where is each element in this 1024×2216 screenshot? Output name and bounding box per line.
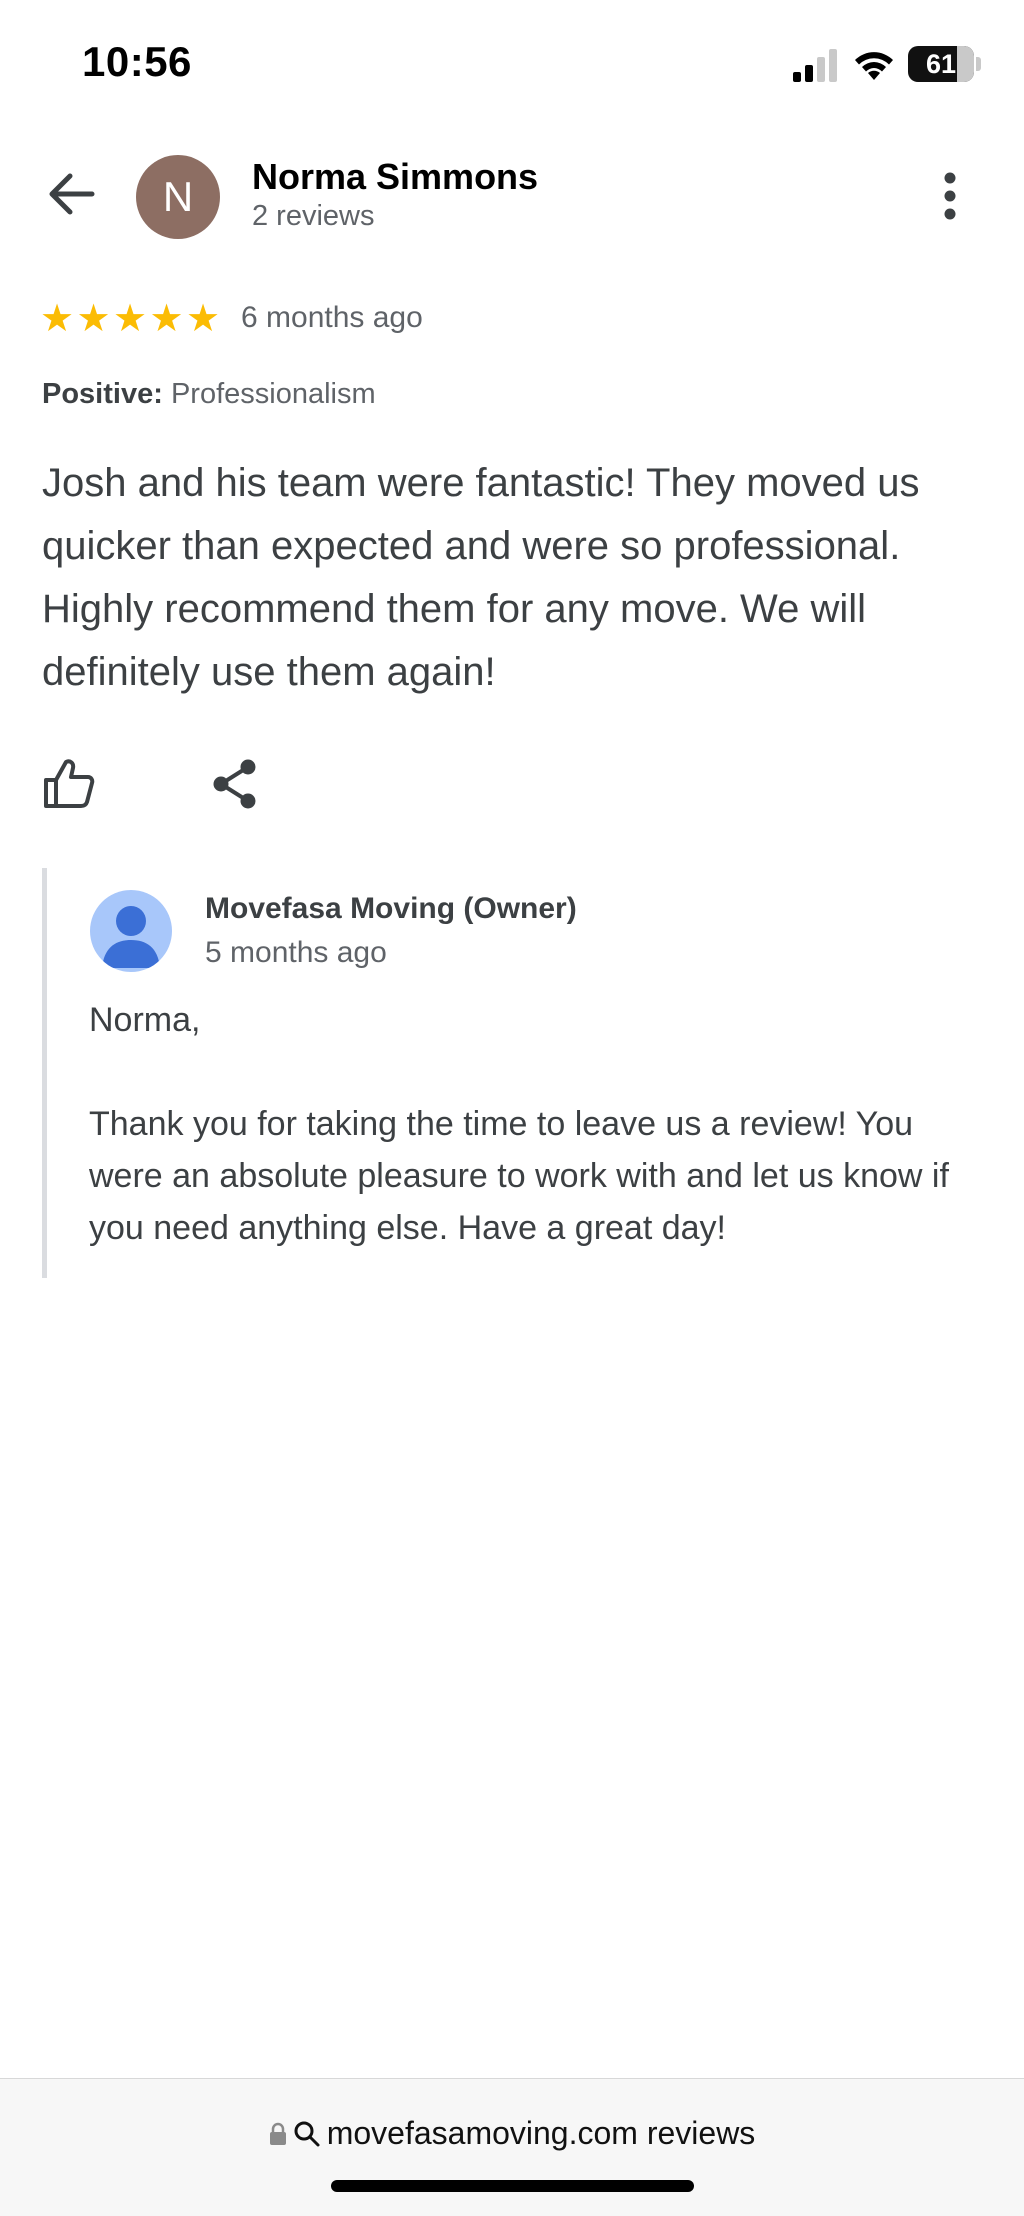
search-icon [294,2121,320,2146]
star-rating: ★ ★ ★ ★ ★ [40,298,223,340]
star-icon: ★ [113,298,148,340]
owner-name: Movefasa Moving (Owner) [205,892,577,925]
back-arrow-icon [49,173,95,215]
person-icon [102,906,160,968]
lock-icon [269,2122,286,2145]
signal-icon [793,49,837,82]
owner-reply-text: Norma, Thank you for taking the time to … [89,1001,949,1247]
battery-cap [976,57,981,71]
positive-highlights: Positive: Professionalism [42,378,376,411]
reviewer-name[interactable]: Norma Simmons [252,156,538,198]
reviewer-avatar[interactable]: N [136,155,220,239]
browser-url-bar[interactable]: movefasamoving.com reviews [0,2078,1024,2216]
url-row[interactable]: movefasamoving.com reviews [0,2115,1024,2152]
battery-level: 61 [925,49,957,79]
star-icon: ★ [40,298,75,340]
more-options-button[interactable] [928,166,972,226]
owner-reply-time: 5 months ago [205,936,387,969]
back-button[interactable] [44,166,100,222]
positive-label: Positive: [42,378,163,410]
review-time: 6 months ago [241,301,423,334]
battery-icon: 61 [908,46,974,82]
star-icon: ★ [186,298,221,340]
status-bar: 10:56 61 [0,0,1024,130]
wifi-icon [855,52,893,80]
review-text: Josh and his team were fantastic! They m… [42,461,920,694]
like-button[interactable] [42,756,96,810]
home-indicator[interactable] [331,2180,694,2192]
share-icon [213,759,256,809]
thumbs-up-icon [44,759,95,808]
star-icon: ★ [76,298,111,340]
positive-value: Professionalism [170,378,376,410]
star-icon: ★ [149,298,184,340]
reviewer-review-count: 2 reviews [252,200,375,232]
url-text[interactable]: movefasamoving.com reviews [327,2115,756,2152]
more-vert-icon [944,172,956,220]
status-time: 10:56 [82,38,192,85]
share-button[interactable] [210,758,260,810]
owner-avatar [90,890,172,972]
reply-divider [42,868,47,1278]
